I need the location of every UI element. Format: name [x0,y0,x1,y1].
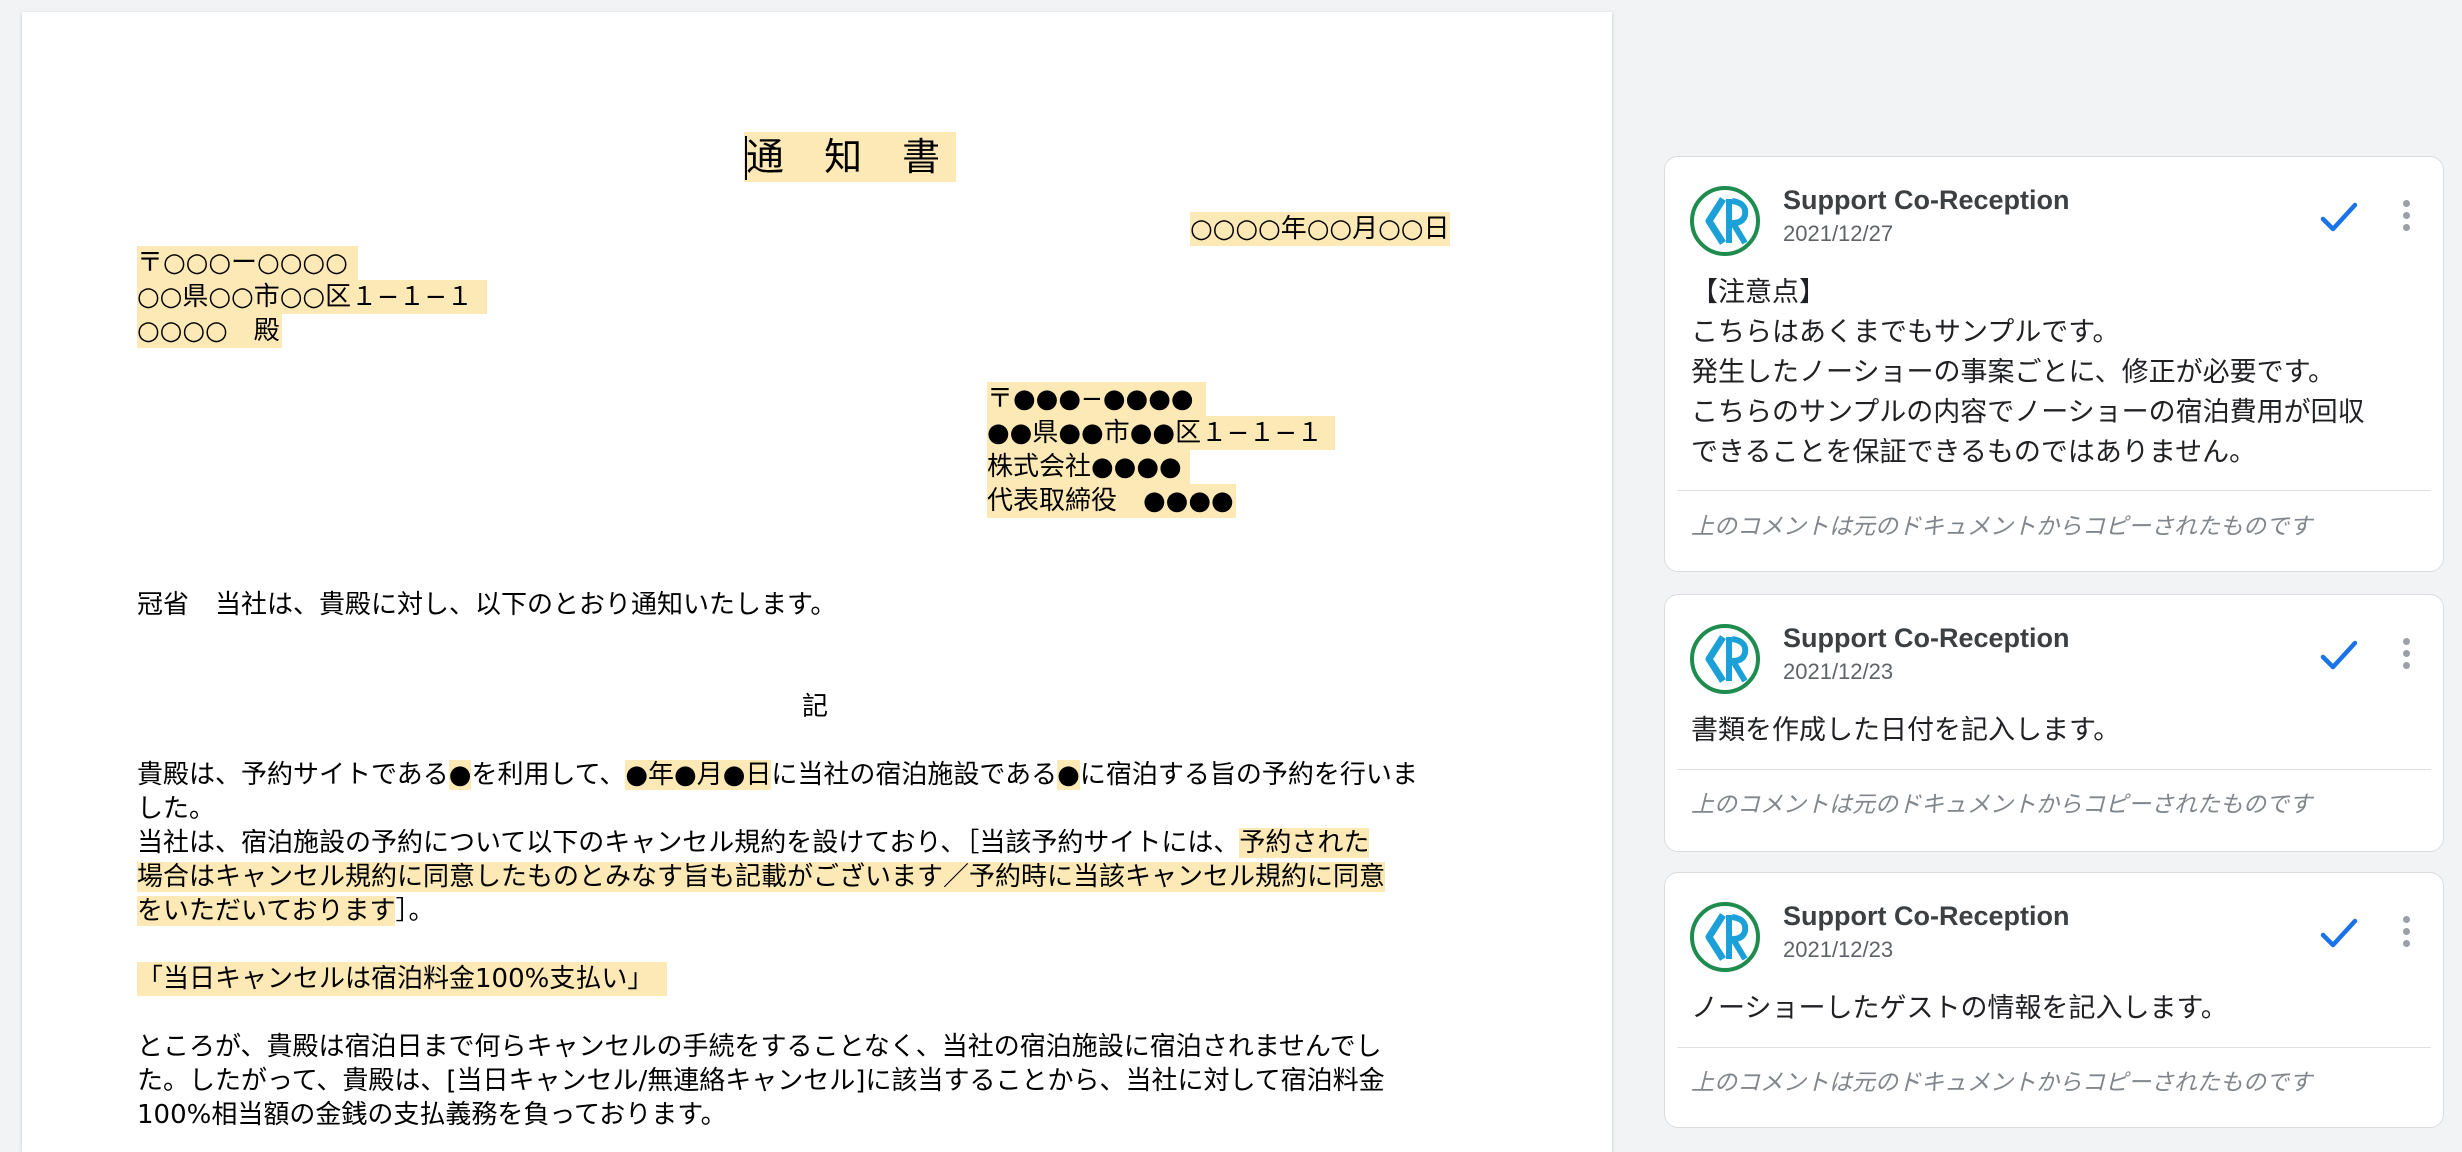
comment-date: 2021/12/23 [1783,937,1894,962]
comment-body: 書類を作成した日付を記入します。 [1691,711,2417,751]
comment-card[interactable]: Support Co-Reception 2021/12/27 【注意点】 こち… [1664,156,2444,572]
paragraph-line: 貴殿は、予約サイトである●を利用して、●年●月●日に当社の宿泊施設である●に宿泊… [137,758,1497,792]
comment-footer: 上のコメントは元のドキュメントからコピーされたものです [1691,1070,2312,1096]
comment-line: 発生したノーショーの事案ごとに、修正が必要です。 [1691,357,2335,388]
sender-company[interactable]: 株式会社●●●● [987,450,1190,484]
text-run: 貴殿は、予約サイトである [137,760,449,790]
comment-footer: 上のコメントは元のドキュメントからコピーされたものです [1691,792,2312,818]
more-vert-icon[interactable] [2399,197,2413,237]
highlight-run: ●年●月●日 [625,760,772,790]
highlight-run: 予約された [1239,828,1370,858]
support-co-reception-logo-icon [1690,186,1760,256]
comment-line: 【注意点】 [1691,277,1826,308]
paragraph-line: た。したがって、貴殿は、[当日キャンセル/無連絡キャンセル]に該当することから、… [137,1066,1385,1096]
more-vert-icon[interactable] [2399,635,2413,675]
recipient-address[interactable]: ○○県○○市○○区１−１−１ [137,280,487,314]
document-title[interactable]: 通 知 書 [744,132,957,182]
sender-address[interactable]: ●●県●●市●●区１−１−１ [987,416,1335,450]
document-page[interactable]: 通 知 書 ○○○○年○○月○○日 〒○○○ー○○○○ ○○県○○市○○区１−１… [22,12,1612,1152]
text-run: した。 [137,794,216,824]
sender-postal[interactable]: 〒●●●−●●●● [987,382,1206,416]
comment-divider [1677,1047,2431,1048]
paragraph-line: 当社は、宿泊施設の予約について以下のキャンセル規約を設けており、［当該予約サイト… [137,826,1497,860]
sender-representative[interactable]: 代表取締役 ●●●● [987,484,1236,518]
support-co-reception-logo-icon [1690,624,1760,694]
comment-footer: 上のコメントは元のドキュメントからコピーされたものです [1691,514,2312,540]
comment-line: できることを保証できるものではありません。 [1691,437,2257,468]
support-co-reception-logo-icon [1690,902,1760,972]
highlight-run: 場合はキャンセル規約に同意したものとみなす旨も記載がございます／予約時に当該キャ… [137,862,1386,892]
check-icon[interactable] [2317,195,2361,239]
highlight-run: ● [1057,760,1080,790]
comment-divider [1677,769,2431,770]
recipient-name[interactable]: ○○○○ 殿 [137,314,282,348]
comment-body: ノーショーしたゲストの情報を記入します。 [1691,989,2417,1029]
paragraph-line: をいただいております］。 [137,894,1497,928]
recipient-postal[interactable]: 〒○○○ー○○○○ [137,246,358,280]
paragraph-line: した。 [137,792,1497,826]
comment-date: 2021/12/27 [1783,221,1894,246]
comment-author: Support Co-Reception [1783,185,2070,215]
document-date[interactable]: ○○○○年○○月○○日 [1190,212,1450,246]
paragraph-line: 100%相当額の金銭の支払義務を負っております。 [137,1100,727,1130]
comment-line: こちらはあくまでもサンプルです。 [1691,317,2120,348]
paragraph-no-show[interactable]: ところが、貴殿は宿泊日まで何らキャンセルの手続をすることなく、当社の宿泊施設に宿… [137,1030,1497,1132]
paragraph-line: ところが、貴殿は宿泊日まで何らキャンセルの手続をすることなく、当社の宿泊施設に宿… [137,1032,1382,1062]
comment-author: Support Co-Reception [1783,623,2070,653]
text-run: 当社は、宿泊施設の予約について以下のキャンセル規約を設けており、［当該予約サイト… [137,828,1240,858]
comment-line: 書類を作成した日付を記入します。 [1691,715,2121,746]
ki-heading[interactable]: 記 [802,690,828,724]
more-vert-icon[interactable] [2399,913,2413,953]
comment-line: ノーショーしたゲストの情報を記入します。 [1691,993,2228,1024]
text-run: に宿泊する旨の予約を行いま [1079,760,1418,790]
text-cursor [745,136,747,180]
comment-card[interactable]: Support Co-Reception 2021/12/23 書類を作成した日… [1664,594,2444,852]
highlight-run: ● [448,760,472,790]
paragraph-reservation[interactable]: 貴殿は、予約サイトである●を利用して、●年●月●日に当社の宿泊施設である●に宿泊… [137,758,1497,826]
comment-divider [1677,490,2431,491]
comment-card[interactable]: Support Co-Reception 2021/12/23 ノーショーしたゲ… [1664,872,2444,1128]
comment-line: こちらのサンプルの内容でノーショーの宿泊費用が回収 [1691,397,2365,428]
greeting-text[interactable]: 冠省 当社は、貴殿に対し、以下のとおり通知いたします。 [137,588,836,622]
text-run: に当社の宿泊施設である [771,760,1058,790]
text-run: ］。 [395,896,435,926]
check-icon[interactable] [2317,911,2361,955]
check-icon[interactable] [2317,633,2361,677]
comment-date: 2021/12/23 [1783,659,1894,684]
comment-author: Support Co-Reception [1783,901,2070,931]
highlight-run: をいただいております [137,896,396,926]
paragraph-line: 場合はキャンセル規約に同意したものとみなす旨も記載がございます／予約時に当該キャ… [137,860,1497,894]
cancel-rule-text[interactable]: 「当日キャンセルは宿泊料金100%支払い」 [137,962,668,996]
paragraph-cancel-policy[interactable]: 当社は、宿泊施設の予約について以下のキャンセル規約を設けており、［当該予約サイト… [137,826,1497,928]
text-run: を利用して、 [471,760,626,790]
comment-body: 【注意点】 こちらはあくまでもサンプルです。 発生したノーショーの事案ごとに、修… [1691,273,2417,473]
